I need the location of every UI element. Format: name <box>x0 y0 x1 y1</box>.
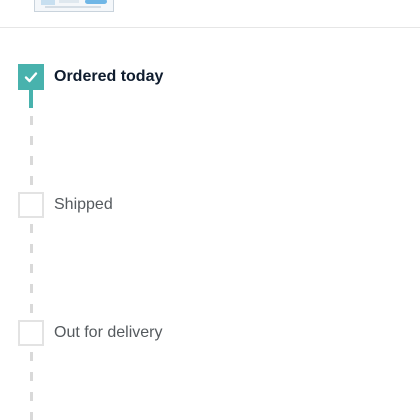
step-status-checkbox <box>18 320 44 346</box>
step-label: Ordered today <box>54 68 164 85</box>
progress-line-complete <box>29 88 33 108</box>
step-out-for-delivery: Out for delivery <box>18 320 162 346</box>
order-tracking-screen: Ordered today Shipped Out for delivery <box>0 0 420 420</box>
step-shipped: Shipped <box>18 192 113 218</box>
step-status-checkbox <box>18 64 44 90</box>
progress-line-pending <box>30 116 33 190</box>
product-thumbnail[interactable] <box>34 0 114 12</box>
check-icon <box>24 72 38 83</box>
step-ordered: Ordered today <box>18 64 163 90</box>
product-header <box>0 0 420 28</box>
progress-line-pending <box>30 224 33 318</box>
step-label: Shipped <box>54 196 113 213</box>
progress-line-pending <box>30 352 33 420</box>
step-label: Out for delivery <box>54 324 163 341</box>
step-status-checkbox <box>18 192 44 218</box>
